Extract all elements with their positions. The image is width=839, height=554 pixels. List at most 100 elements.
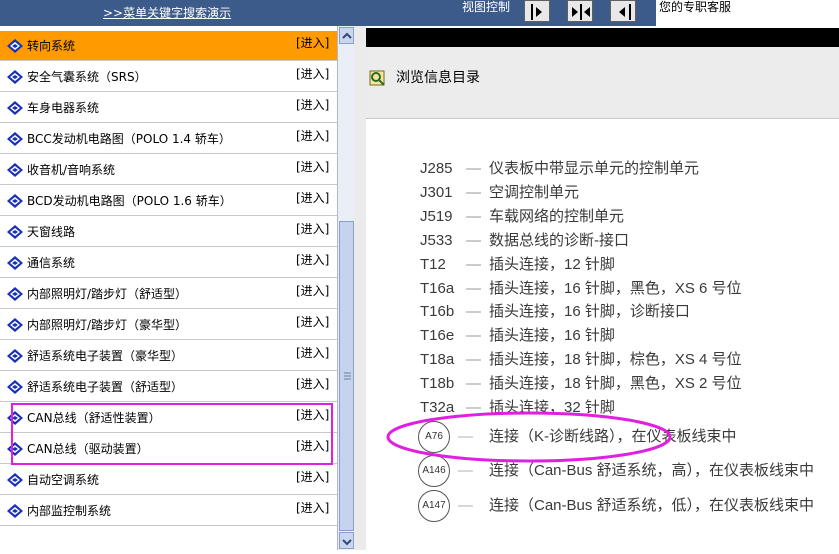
list-item-label: 内部照明灯/踏步灯（豪华型） (27, 318, 188, 332)
chevron-down-icon (342, 539, 352, 546)
scroll-down-button[interactable] (339, 532, 354, 549)
list-item[interactable]: 舒适系统电子装置（舒适型） [进入] (0, 372, 337, 402)
component-code: T18a (420, 351, 455, 368)
list-item-label: 自动空调系统 (27, 473, 100, 487)
view-split-button[interactable] (567, 0, 593, 22)
component-code: T16e (420, 327, 455, 344)
list-item-label: BCC发动机电路图（POLO 1.4 轿车） (27, 132, 231, 146)
scroll-up-button[interactable] (339, 27, 354, 44)
legend-row: T16a — 插头连接，16 针脚，黑色，XS 6 号位 (366, 278, 839, 300)
blue-diamond-book-icon (7, 256, 23, 270)
enter-link[interactable]: [进入] (296, 314, 336, 330)
top-partial-text-left (0, 0, 250, 4)
enter-link[interactable]: [进入] (296, 376, 336, 392)
enter-link[interactable]: [进入] (296, 252, 336, 268)
list-item[interactable]: 自动空调系统 [进入] (0, 465, 337, 495)
component-code: T16a (420, 280, 455, 297)
list-item-label: CAN总线（舒适性装置） (27, 411, 161, 425)
list-item[interactable]: BCC发动机电路图（POLO 1.4 轿车） [进入] (0, 124, 337, 154)
dash-separator: — (466, 160, 481, 177)
enter-link[interactable]: [进入] (296, 159, 336, 175)
component-code: T18b (420, 375, 455, 392)
component-description: 仪表板中带显示单元的控制单元 (489, 160, 700, 177)
legend-row: T18b — 插头连接，18 针脚，黑色，XS 2 号位 (366, 373, 839, 395)
arrow-right-panel-icon (531, 4, 542, 20)
list-item[interactable]: 通信系统 [进入] (0, 248, 337, 278)
right-title-bar (366, 28, 839, 47)
view-left-button[interactable] (610, 0, 636, 22)
list-item-label: 通信系统 (27, 256, 76, 270)
component-description: 插头连接，12 针脚 (489, 256, 615, 273)
list-item-label: 内部监控制系统 (27, 504, 112, 518)
list-item[interactable]: 内部照明灯/踏步灯（舒适型） [进入] (0, 279, 337, 309)
enter-link[interactable]: [进入] (296, 438, 336, 454)
component-description: 数据总线的诊断-接口 (489, 232, 629, 249)
connector-row: A147 — 连接（Can-Bus 舒适系统，低），在仪表板线束中 (366, 490, 839, 524)
list-item[interactable]: 车身电器系统 [进入] (0, 93, 337, 123)
component-code: J519 (420, 208, 453, 225)
list-item[interactable]: CAN总线（舒适性装置） [进入] (0, 403, 337, 433)
enter-link[interactable]: [进入] (296, 66, 336, 82)
top-bar: >>菜单关键字搜索演示 视图控制 您的专职客服 (0, 0, 839, 26)
list-item[interactable]: 内部监控制系统 [进入] (0, 496, 337, 526)
dash-separator: — (466, 351, 481, 368)
list-item[interactable]: 转向系统 [进入] (0, 31, 337, 61)
list-item-label: CAN总线（驱动装置） (27, 442, 149, 456)
legend-row: J301 — 空调控制单元 (366, 182, 839, 204)
dash-separator: — (466, 256, 481, 273)
list-item-label: 内部照明灯/踏步灯（舒适型） (27, 287, 188, 301)
blue-diamond-book-icon (7, 163, 23, 177)
connector-circle-code: A147 (418, 490, 450, 522)
blue-diamond-book-icon (7, 504, 23, 518)
component-description: 插头连接，16 针脚 (489, 327, 615, 344)
list-item-label: 天窗线路 (27, 225, 76, 239)
enter-link[interactable]: [进入] (296, 345, 336, 361)
dash-separator: — (466, 184, 481, 201)
magnifier-book-icon (369, 70, 385, 86)
enter-link[interactable]: [进入] (296, 221, 336, 237)
top-partial-text-mid (300, 0, 450, 4)
legend-row: T16e — 插头连接，16 针脚 (366, 325, 839, 347)
list-item-label: 舒适系统电子装置（豪华型） (27, 349, 184, 363)
enter-link[interactable]: [进入] (296, 190, 336, 206)
component-description: 插头连接，18 针脚，黑色，XS 2 号位 (489, 375, 742, 392)
enter-link[interactable]: [进入] (296, 128, 336, 144)
panel-splitter[interactable] (354, 26, 366, 550)
connector-description: 连接（Can-Bus 舒适系统，低），在仪表板线束中 (489, 497, 815, 514)
dash-separator: — (466, 303, 481, 320)
search-demo-link[interactable]: >>菜单关键字搜索演示 (103, 5, 243, 21)
list-item-label: 收音机/音响系统 (27, 163, 116, 177)
component-code: J533 (420, 232, 453, 249)
enter-link[interactable]: [进入] (296, 283, 336, 299)
legend-row: T16b — 插头连接，16 针脚，诊断接口 (366, 301, 839, 323)
list-item[interactable]: 安全气囊系统（SRS） [进入] (0, 62, 337, 92)
blue-diamond-book-icon (7, 194, 23, 208)
list-item[interactable]: 收音机/音响系统 [进入] (0, 155, 337, 185)
enter-link[interactable]: [进入] (296, 35, 336, 51)
view-control-label: 视图控制 (462, 0, 511, 14)
enter-link[interactable]: [进入] (296, 97, 336, 113)
list-item-label: 转向系统 (27, 39, 76, 53)
blue-diamond-book-icon (7, 225, 23, 239)
enter-link[interactable]: [进入] (296, 500, 336, 516)
list-item[interactable]: 天窗线路 [进入] (0, 217, 337, 247)
view-right-button[interactable] (524, 0, 550, 22)
scroll-thumb[interactable] (339, 221, 354, 531)
enter-link[interactable]: [进入] (296, 469, 336, 485)
list-scrollbar[interactable] (337, 26, 354, 550)
dash-separator: — (466, 208, 481, 225)
blue-diamond-book-icon (7, 349, 23, 363)
dash-separator: — (466, 280, 481, 297)
list-item[interactable]: CAN总线（驱动装置） [进入] (0, 434, 337, 464)
list-item-label: 舒适系统电子装置（舒适型） (27, 380, 184, 394)
enter-link[interactable]: [进入] (296, 407, 336, 423)
list-item[interactable]: 舒适系统电子装置（豪华型） [进入] (0, 341, 337, 371)
document-view: J285 — 仪表板中带显示单元的控制单元 J301 — 空调控制单元 J519 — 车载网络的… (366, 119, 839, 550)
legend-row: T18a — 插头连接，18 针脚，棕色，XS 4 号位 (366, 349, 839, 371)
component-description: 插头连接，18 针脚，棕色，XS 4 号位 (489, 351, 742, 368)
dash-separator: — (466, 232, 481, 249)
component-description: 车载网络的控制单元 (489, 208, 625, 225)
list-item[interactable]: BCD发动机电路图（POLO 1.6 轿车） [进入] (0, 186, 337, 216)
list-item[interactable]: 内部照明灯/踏步灯（豪华型） [进入] (0, 310, 337, 340)
service-box: 您的专职客服 (656, 0, 839, 26)
